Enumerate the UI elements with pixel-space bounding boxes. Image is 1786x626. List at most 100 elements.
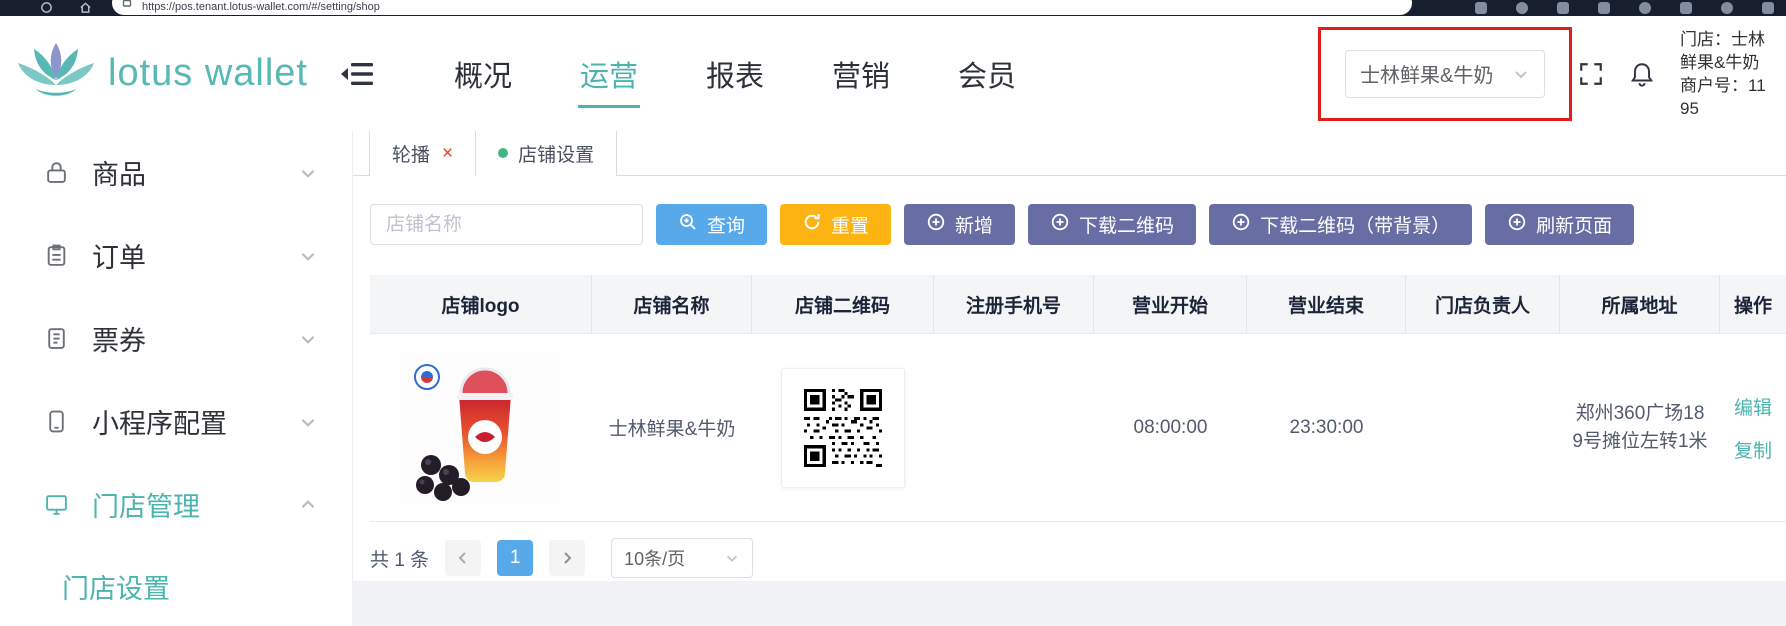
shop-logo-image [401,352,561,504]
chevron-down-icon [724,550,740,566]
edit-link[interactable]: 编辑 [1734,393,1772,420]
col-header-address: 所属地址 [1560,275,1720,333]
nav-reports[interactable]: 报表 [702,53,768,95]
cell-shop-name: 士林鲜果&牛奶 [592,334,752,521]
cell-shop-logo [370,334,592,521]
shop-name-input[interactable] [370,204,643,245]
prev-page-button[interactable] [445,540,481,576]
merchant-store-line: 门店：士林鲜果&牛奶 [1680,28,1772,74]
chevron-down-icon [298,163,318,183]
top-nav: 概况 运营 报表 营销 会员 [450,53,1020,95]
download-qr-button[interactable]: 下载二维码 [1028,204,1196,245]
profile-icon[interactable] [1721,2,1733,14]
url-text: https://pos.tenant.lotus-wallet.com/#/se… [142,1,380,13]
active-dot [498,148,508,158]
cell-close-time: 23:30:00 [1247,334,1406,521]
col-header-open: 营业开始 [1094,275,1247,333]
merchant-info: 门店：士林鲜果&牛奶 商户号：1195 [1680,28,1772,120]
history-icon[interactable] [1639,2,1651,14]
bookmark-icon[interactable] [1598,2,1610,14]
reload-icon[interactable] [40,1,53,14]
home-icon[interactable] [79,1,92,14]
col-header-name: 店铺名称 [592,275,752,333]
tags-bar: 轮播 × 店铺设置 [353,131,1786,176]
sidebar: 商品 订单 票券 [0,131,353,626]
miniprogram-icon [44,409,70,434]
cell-register-phone [934,334,1094,521]
nav-marketing[interactable]: 营销 [828,53,894,95]
save-icon[interactable] [1557,2,1569,14]
col-header-qrcode: 店铺二维码 [752,275,934,333]
site-info-icon[interactable] [122,0,132,12]
sidebar-item-label: 小程序配置 [92,402,227,441]
chevron-down-icon [298,412,318,432]
sidebar-item-tickets[interactable]: 票券 [0,297,352,380]
cell-shop-qrcode [752,334,934,521]
chevron-down-icon [298,246,318,266]
screen: https://pos.tenant.lotus-wallet.com/#/se… [0,0,1786,626]
lotus-logo-icon [14,41,98,106]
sidebar-item-goods[interactable]: 商品 [0,131,352,214]
circle-plus-icon [1507,212,1527,238]
circle-plus-icon [926,212,946,238]
search-icon[interactable] [1516,2,1528,14]
copy-link[interactable]: 复制 [1734,436,1772,463]
extensions-icon[interactable] [1680,2,1692,14]
ticket-icon [44,326,70,351]
chevron-down-icon [1512,65,1530,83]
sidebar-item-orders[interactable]: 订单 [0,214,352,297]
fullscreen-icon[interactable] [1578,61,1604,87]
brand-logo: lotus wallet [14,41,308,106]
sidebar-item-label: 订单 [92,236,146,275]
sidebar-item-store-management[interactable]: 门店管理 [0,463,352,546]
nav-overview[interactable]: 概况 [450,53,516,95]
tab-label: 轮播 [392,140,430,167]
pagination: 共 1 条 1 10条/页 [370,538,1786,578]
address-line-2: 9号摊位左转1米 [1572,428,1707,456]
sidebar-item-label: 门店管理 [92,485,200,524]
circle-plus-icon [1231,212,1251,238]
address-line-1: 郑州360广场18 [1572,400,1707,428]
sidebar-subitem-store-settings[interactable]: 门店设置 [0,546,352,626]
query-button[interactable]: 查询 [656,204,767,245]
zoom-in-icon [678,212,698,238]
page-size-select[interactable]: 10条/页 [611,538,753,578]
tab-shop-settings[interactable]: 店铺设置 [476,131,617,176]
download-qr-bg-button[interactable]: 下载二维码（带背景） [1209,204,1472,245]
browser-menu-icon[interactable] [1762,2,1774,14]
nav-operations[interactable]: 运营 [576,53,642,95]
annotation-red-box: 士林鲜果&牛奶 [1318,27,1572,121]
toolbar: 查询 重置 新增 [370,204,1786,245]
store-select[interactable]: 士林鲜果&牛奶 [1345,50,1545,98]
bell-icon[interactable] [1630,61,1654,87]
refresh-page-button[interactable]: 刷新页面 [1485,204,1634,245]
qr-code-image [781,368,905,488]
col-header-actions: 操作 [1720,275,1786,333]
col-header-logo: 店铺logo [370,275,592,333]
highlighter-icon[interactable] [1475,2,1487,14]
cell-manager [1406,334,1560,521]
close-icon[interactable]: × [442,144,453,163]
current-page-button[interactable]: 1 [497,540,533,576]
shop-table: 店铺logo 店铺名称 店铺二维码 注册手机号 营业开始 营业结束 门店负责人 … [370,275,1786,522]
table-row: 士林鲜果&牛奶 [370,334,1786,522]
add-button[interactable]: 新增 [904,204,1015,245]
cell-address: 郑州360广场18 9号摊位左转1米 [1560,334,1720,521]
app-header: lotus wallet 概况 运营 报表 营销 会员 士林鲜果&牛奶 [0,16,1786,131]
chevron-down-icon [298,329,318,349]
col-header-phone: 注册手机号 [934,275,1094,333]
shop-settings-panel: 查询 重置 新增 [353,176,1786,581]
total-count: 共 1 条 [370,545,429,572]
sidebar-fold-icon[interactable] [340,60,374,88]
brand-name: lotus wallet [108,52,308,95]
store-icon [44,492,70,517]
next-page-button[interactable] [549,540,585,576]
url-bar[interactable]: https://pos.tenant.lotus-wallet.com/#/se… [112,0,1412,15]
tab-label: 店铺设置 [518,140,594,167]
reset-button[interactable]: 重置 [780,204,891,245]
chevron-up-icon [298,495,318,515]
nav-members[interactable]: 会员 [954,53,1020,95]
sidebar-item-miniprogram[interactable]: 小程序配置 [0,380,352,463]
tab-carousel[interactable]: 轮播 × [369,131,476,176]
order-icon [44,243,70,268]
